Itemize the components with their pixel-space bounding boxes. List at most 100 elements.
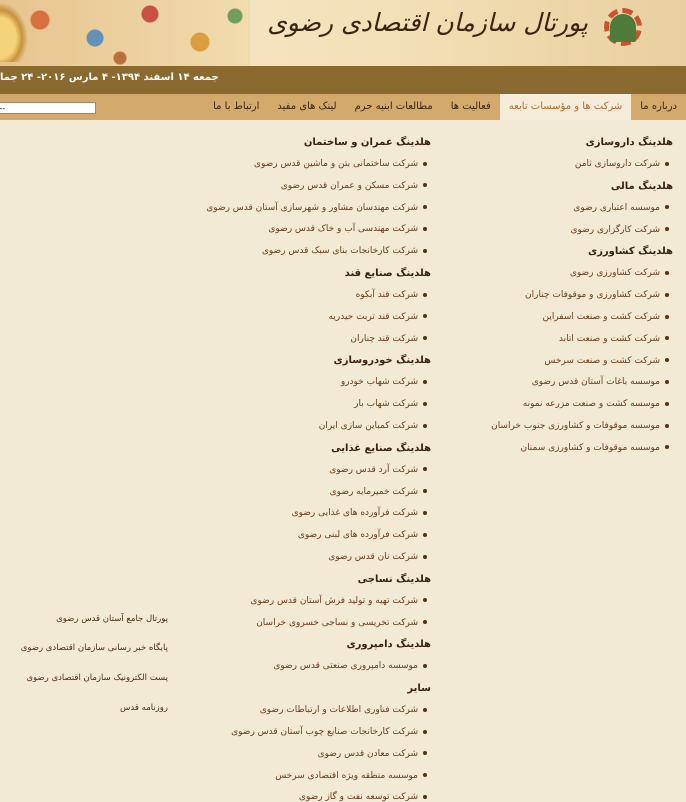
company-link[interactable]: شرکت شهاب خودرو [341,377,427,387]
bullet-icon [423,794,427,799]
bullet-icon [423,423,427,428]
company-name: شرکت قند آبکوه [355,290,418,300]
bullet-icon [665,379,669,384]
company-link[interactable]: شرکت قند تربت حیدریه [329,312,427,322]
company-link[interactable]: شرکت کارخانجات صنایع چوب آستان قدس رضوی [231,727,427,737]
company-name: موسسه دامپروری صنعتی قدس رضوی [273,661,418,672]
company-link[interactable]: شرکت مسکن و عمران قدس رضوی [281,181,427,191]
bullet-icon [665,358,669,363]
company-link[interactable]: شرکت کشت و صنعت اتابد [559,334,669,344]
bullet-icon [423,663,427,668]
bullet-icon [423,161,427,166]
company-link[interactable]: موسسه موقوفات و کشاورزی جنوب خراسان [491,421,669,431]
nav-activities[interactable]: فعالیت ها [442,94,500,120]
company-name: شرکت نان قدس رضوی [328,552,418,562]
company-link[interactable]: شرکت فرآورده های لبنی رضوی [298,530,427,540]
company-name: شرکت کشاورزی و موقوفات چناران [525,290,660,301]
bullet-icon [423,336,427,341]
company-link[interactable]: شرکت توسعه نفت و گاز رضوی [299,792,427,802]
company-link[interactable]: شرکت مهندسی آب و خاک قدس رضوی [268,224,427,234]
holding-title: هلدینگ دامپروری [346,639,431,651]
bullet-icon [423,773,427,778]
company-name: موسسه باغات آستان قدس رضوی [531,377,660,388]
nav-contact[interactable]: ارتباط با ما [204,94,268,120]
bullet-icon [665,336,669,341]
company-name: شرکت کشاورزی رضوی [569,268,660,279]
nav-companies[interactable]: شرکت ها و مؤسسات تابعه [499,94,632,120]
holding-title: هلدینگ مالی [610,180,673,192]
company-name: شرکت خمیرمایه رضوی [329,486,418,497]
company-link[interactable]: شرکت کشاورزی رضوی [570,268,669,278]
bullet-icon [423,489,427,494]
bullet-icon [423,314,427,319]
bullet-icon [665,423,669,428]
company-link[interactable]: موسسه منطقه ویژه اقتصادی سرخس [275,771,427,781]
company-link[interactable]: شرکت کمباین سازی ایران [319,421,427,431]
company-link[interactable]: شرکت آرد قدس رضوی [329,465,427,475]
company-link[interactable]: شرکت مهندسان مشاور و شهرسازی آستان قدس ر… [206,203,427,213]
company-name: شرکت کشت و صنعت سرخس [544,355,660,366]
sidebar-link[interactable]: روزنامه قدس [120,703,168,713]
company-link[interactable]: شرکت فناوری اطلاعات و ارتباطات رضوی [260,705,427,715]
holding-title: هلدینگ داروسازی [585,137,673,148]
holding-title: سایر [407,683,431,695]
bullet-icon [423,510,427,515]
company-link[interactable]: شرکت کشت و صنعت سرخس [544,356,669,366]
company-link[interactable]: شرکت قند چناران [350,334,427,344]
company-link[interactable]: شرکت کشاورزی و موقوفات چناران [525,290,669,300]
bullet-icon [423,707,427,712]
company-link[interactable]: شرکت کارگزاری رضوی [570,225,669,235]
bullet-icon [423,248,427,253]
company-link[interactable]: شرکت داروسازی ثامن [575,159,669,169]
company-link[interactable]: شرکت تخریسی و نساجی خسروی خراسان [256,618,427,628]
decorative-pattern [0,0,250,66]
company-link[interactable]: موسسه موقوفات و کشاورزی سمنان [520,443,669,453]
logo-shrine-icon[interactable] [610,14,636,42]
company-link[interactable]: شرکت شهاب بار [354,399,427,409]
sidebar-link[interactable]: پورتال جامع آستان قدس رضوی [56,614,168,624]
company-link[interactable]: موسسه دامپروری صنعتی قدس رضوی [273,661,427,671]
bullet-icon [665,205,669,210]
sidebar-link[interactable]: پایگاه خبر رسانی سازمان اقتصادی رضوی [21,643,168,653]
shrine-dome-image [0,0,30,62]
search-input[interactable] [0,102,96,114]
company-name: شرکت تخریسی و نساجی خسروی خراسان [256,617,418,628]
company-link[interactable]: شرکت تهیه و تولید فرش آستان قدس رضوی [250,596,427,606]
company-link[interactable]: شرکت خمیرمایه رضوی [330,487,427,497]
company-link[interactable]: شرکت معادن قدس رضوی [318,749,427,759]
company-name: شرکت توسعه نفت و گاز رضوی [298,792,418,802]
company-link[interactable]: شرکت کارخانجات بنای سبک قدس رضوی [262,246,427,256]
bullet-icon [665,401,669,406]
company-name: شرکت قند چناران [350,333,418,344]
company-link[interactable]: موسسه باغات آستان قدس رضوی [532,377,669,387]
company-name: موسسه کشت و صنعت مزرعه نمونه [522,399,660,410]
bullet-icon [423,292,427,297]
company-link[interactable]: شرکت کشت و صنعت اسفراین [542,312,669,322]
company-name: شرکت آرد قدس رضوی [329,464,418,475]
bullet-icon [423,401,427,406]
bullet-icon [423,226,427,231]
company-link[interactable]: شرکت ساختمانی بتن و ماشین قدس رضوی [254,159,427,169]
company-link[interactable]: شرکت فرآورده های غذایی رضوی [292,508,427,518]
date-text: جمعه ۱۴ اسفند ۱۳۹۴- ۴ مارس ۲۰۱۶- ۲۴ جما [0,72,219,83]
bullet-icon [423,379,427,384]
company-name: شرکت تهیه و تولید فرش آستان قدس رضوی [250,595,418,606]
holding-title: هلدینگ خودروسازی [333,355,431,367]
holding-title: هلدینگ نساجی [357,573,431,585]
nav-useful-links[interactable]: لینک های مفید [268,94,345,120]
bullet-icon [423,598,427,603]
company-name: شرکت داروسازی ثامن [574,159,660,169]
company-link[interactable]: موسسه اعتباری رضوی [573,203,669,213]
nav-about[interactable]: درباره ما [631,94,686,120]
company-link[interactable]: موسسه کشت و صنعت مزرعه نمونه [523,399,669,409]
company-link[interactable]: شرکت نان قدس رضوی [328,552,427,562]
bullet-icon [665,161,669,166]
company-name: شرکت کارخانجات بنای سبک قدس رضوی [261,246,418,257]
company-name: شرکت فناوری اطلاعات و ارتباطات رضوی [259,705,418,716]
company-name: شرکت ساختمانی بتن و ماشین قدس رضوی [253,159,418,169]
nav-shrine-studies[interactable]: مطالعات ابنیه حرم [346,94,442,120]
sidebar-link[interactable]: پست الکترونیک سازمان اقتصادی رضوی [26,673,168,683]
bullet-icon [665,270,669,275]
company-link[interactable]: شرکت قند آبکوه [356,290,427,300]
company-name: شرکت شهاب خودرو [340,377,418,388]
